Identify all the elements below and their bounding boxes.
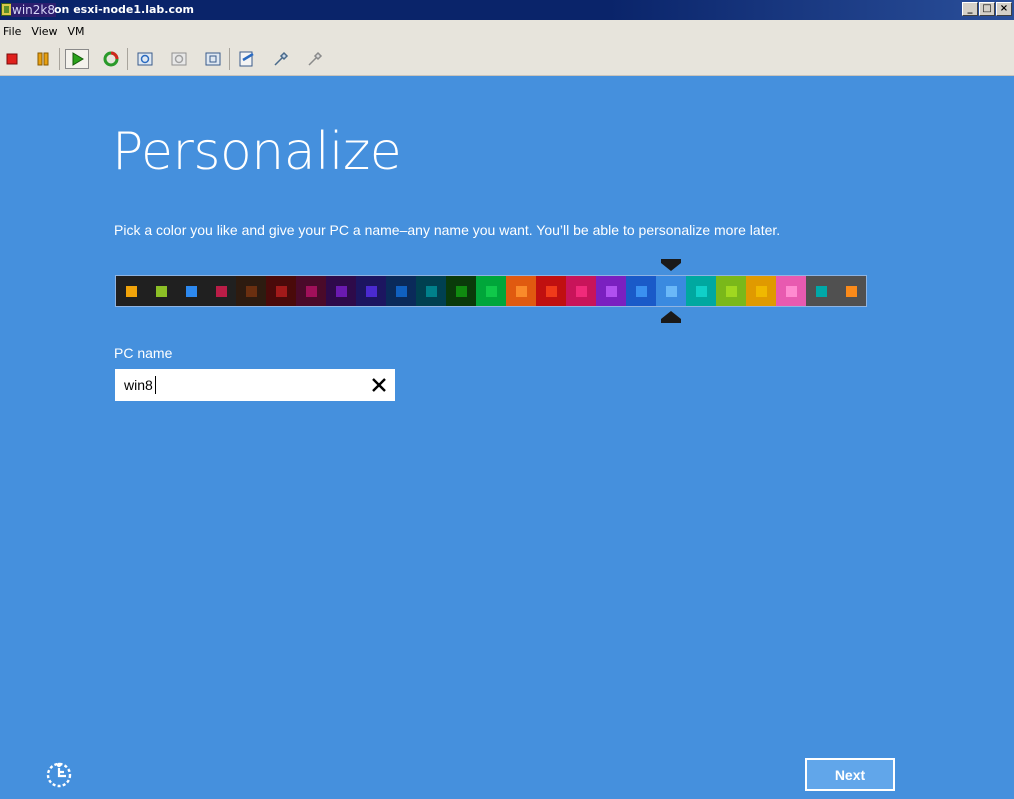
color-swatch[interactable] — [386, 276, 416, 306]
pc-name-input[interactable] — [115, 369, 365, 401]
pc-name-label: PC name — [114, 345, 173, 361]
color-swatch-dot — [185, 285, 197, 297]
reset-icon — [103, 51, 119, 67]
console-options-button[interactable] — [303, 49, 327, 69]
color-swatch-dot — [755, 285, 767, 297]
selection-marker-top-icon — [661, 259, 681, 271]
color-swatch-dot — [275, 285, 287, 297]
color-swatch[interactable] — [506, 276, 536, 306]
edit-settings-button[interactable] — [235, 49, 259, 69]
color-swatch-dot — [125, 285, 137, 297]
toolbar-separator — [127, 48, 128, 70]
toolbar-separator — [59, 48, 60, 70]
snapshot-icon — [137, 52, 153, 66]
snapshot-button[interactable] — [133, 49, 157, 69]
menu-view[interactable]: View — [31, 25, 57, 38]
edit-settings-icon — [239, 51, 254, 67]
color-swatch-dot — [245, 285, 257, 297]
color-swatch[interactable] — [206, 276, 236, 306]
power-off-icon — [6, 53, 18, 65]
color-swatch[interactable] — [326, 276, 356, 306]
color-swatch-dot — [815, 285, 827, 297]
color-swatch[interactable] — [716, 276, 746, 306]
color-swatch-selected[interactable] — [656, 276, 686, 306]
color-swatch-dot — [395, 285, 407, 297]
color-swatch[interactable] — [176, 276, 206, 306]
power-on-button[interactable] — [65, 49, 89, 69]
color-swatch-dot — [845, 285, 857, 297]
color-swatch[interactable] — [266, 276, 296, 306]
color-swatch-dot — [515, 285, 527, 297]
power-on-icon — [72, 52, 84, 66]
color-swatch[interactable] — [536, 276, 566, 306]
toolbar — [0, 42, 1014, 76]
reset-button[interactable] — [99, 49, 123, 69]
color-swatch-dot — [605, 285, 617, 297]
color-palette — [115, 275, 867, 307]
window-title: on esxi-node1.lab.com — [54, 3, 194, 16]
color-swatch-dot — [485, 285, 497, 297]
color-swatch[interactable] — [116, 276, 146, 306]
color-swatch[interactable] — [356, 276, 386, 306]
color-swatch-dot — [335, 285, 347, 297]
color-swatch-dot — [545, 285, 557, 297]
toolbar-separator — [229, 48, 230, 70]
color-swatch-dot — [155, 285, 167, 297]
suspend-button[interactable] — [31, 49, 55, 69]
color-swatch[interactable] — [476, 276, 506, 306]
vm-tools-button[interactable] — [269, 49, 293, 69]
revert-snapshot-icon — [171, 52, 187, 66]
menu-bar: File View VM — [0, 20, 1014, 42]
color-swatch-dot — [305, 285, 317, 297]
color-swatch[interactable] — [446, 276, 476, 306]
color-swatch[interactable] — [416, 276, 446, 306]
maximize-button[interactable]: □ — [979, 2, 995, 16]
pc-name-box — [115, 369, 395, 401]
window-controls: _ □ × — [961, 2, 1012, 16]
vm-name-badge: win2k8 — [11, 3, 56, 17]
power-off-button[interactable] — [0, 49, 24, 69]
color-swatch[interactable] — [296, 276, 326, 306]
revert-snapshot-button[interactable] — [167, 49, 191, 69]
close-button[interactable]: × — [996, 2, 1012, 16]
color-swatch[interactable] — [776, 276, 806, 306]
window-title-bar[interactable]: win2k8 on esxi-node1.lab.com _ □ × — [0, 0, 1014, 20]
color-swatch-dot — [575, 285, 587, 297]
text-caret — [155, 376, 156, 394]
menu-file[interactable]: File — [3, 25, 21, 38]
page-title: Personalize — [112, 122, 402, 182]
menu-vm[interactable]: VM — [68, 25, 85, 38]
snapshot-manager-button[interactable] — [201, 49, 225, 69]
selection-marker-bottom-icon — [661, 311, 681, 323]
color-swatch-dot — [785, 285, 797, 297]
color-swatch-dot — [665, 285, 677, 297]
color-swatch[interactable] — [626, 276, 656, 306]
color-swatch-dot — [215, 285, 227, 297]
snapshot-manager-icon — [205, 52, 221, 66]
ease-of-access-icon[interactable] — [45, 760, 73, 788]
color-swatch-dot — [635, 285, 647, 297]
color-swatch[interactable] — [836, 276, 866, 306]
color-swatch[interactable] — [806, 276, 836, 306]
color-swatch[interactable] — [566, 276, 596, 306]
clear-text-icon[interactable] — [369, 375, 389, 395]
page-description: Pick a color you like and give your PC a… — [114, 222, 781, 238]
color-swatch[interactable] — [146, 276, 176, 306]
vm-name: win2k8 — [12, 3, 55, 17]
color-swatch-dot — [455, 285, 467, 297]
color-swatch[interactable] — [236, 276, 266, 306]
next-button[interactable]: Next — [805, 758, 895, 791]
color-swatch[interactable] — [596, 276, 626, 306]
color-swatch[interactable] — [686, 276, 716, 306]
color-swatch-dot — [365, 285, 377, 297]
suspend-icon — [37, 52, 49, 66]
color-swatch-dot — [425, 285, 437, 297]
color-swatch-dot — [695, 285, 707, 297]
vm-tools-icon — [274, 51, 289, 66]
minimize-button[interactable]: _ — [962, 2, 978, 16]
color-swatch-dot — [725, 285, 737, 297]
color-swatch[interactable] — [746, 276, 776, 306]
console-options-icon — [308, 51, 323, 66]
